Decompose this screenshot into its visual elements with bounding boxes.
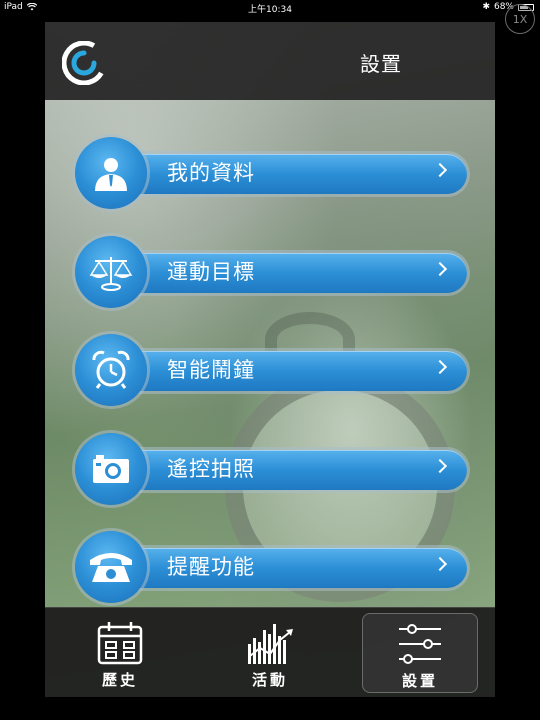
menu-item-profile[interactable]: 我的資料 [75, 137, 467, 209]
page-title: 設置 [360, 52, 402, 76]
app-logo-icon [62, 41, 106, 85]
menu-item-smart-alarm[interactable]: 智能鬧鐘 [75, 334, 467, 406]
menu-item-bar[interactable] [105, 154, 467, 194]
menu-item-label: 智能鬧鐘 [167, 358, 255, 382]
status-time: 上午10:34 [248, 5, 292, 15]
menu-item-label: 提醒功能 [167, 555, 255, 579]
menu-item-bar[interactable] [105, 548, 467, 588]
settings-menu: 我的資料 運動目標 智能鬧鐘 遙控拍照 提醒功能 [75, 137, 467, 630]
camera-icon [75, 432, 147, 505]
menu-item-label: 我的資料 [167, 161, 255, 185]
menu-item-reminders[interactable]: 提醒功能 [75, 531, 467, 603]
tab-bar: 歷史 活動 設置 [45, 607, 495, 697]
activity-chart-icon [248, 624, 293, 664]
menu-item-label: 運動目標 [167, 259, 255, 284]
scale-balance-icon [75, 235, 147, 308]
tab-label: 設置 [401, 672, 438, 690]
tab-label: 活動 [251, 671, 288, 689]
tab-settings[interactable]: 設置 [362, 613, 478, 693]
menu-item-exercise-goal[interactable]: 運動目標 [75, 235, 467, 308]
bluetooth-icon: ✱ [482, 2, 490, 12]
tab-label: 歷史 [101, 671, 138, 689]
sliders-icon [399, 624, 441, 664]
menu-item-label: 遙控拍照 [167, 456, 255, 481]
app-window: 設置 我的資料 運動目標 智能鬧鐘 遙控拍照 提醒功能 歷史 活動 設置 [45, 22, 495, 697]
header-bar: 設置 [45, 22, 495, 100]
status-bar: iPad 上午10:34 ✱ 68% [0, 0, 540, 15]
menu-item-bar[interactable] [105, 351, 467, 391]
menu-item-bar[interactable] [105, 449, 467, 490]
tab-activity[interactable]: 活動 [212, 608, 328, 697]
zoom-badge[interactable]: 1X [505, 4, 535, 34]
menu-item-remote-camera[interactable]: 遙控拍照 [75, 432, 467, 505]
calendar-icon [97, 622, 143, 665]
user-profile-icon [75, 137, 147, 209]
tab-history[interactable]: 歷史 [62, 608, 178, 697]
phone-icon [75, 531, 147, 603]
menu-item-bar[interactable] [105, 252, 467, 293]
alarm-clock-icon [75, 334, 147, 406]
